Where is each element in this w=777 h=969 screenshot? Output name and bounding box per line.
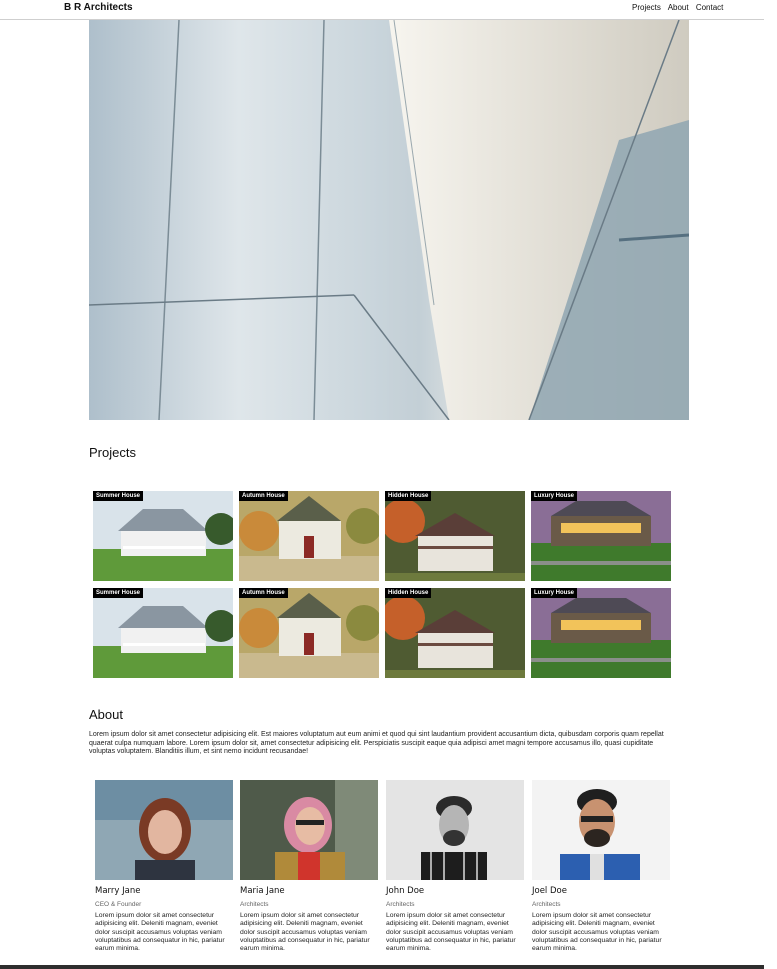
member-name: Marry Jane bbox=[95, 886, 141, 896]
nav-link-about[interactable]: About bbox=[668, 3, 689, 12]
member-name: John Doe bbox=[386, 886, 425, 896]
member-name: Maria Jane bbox=[240, 886, 285, 896]
member-description: Lorem ipsum dolor sit amet consectetur a… bbox=[386, 912, 516, 953]
project-card-luxury-house[interactable]: Luxury House bbox=[531, 491, 671, 581]
project-label: Autumn House bbox=[239, 588, 288, 598]
horizontal-scrollbar[interactable] bbox=[0, 965, 764, 969]
project-card-autumn-house[interactable]: Autumn House bbox=[239, 588, 379, 678]
member-photo bbox=[95, 780, 233, 880]
project-card-summer-house[interactable]: Summer House bbox=[93, 588, 233, 678]
member-role: Architects bbox=[532, 901, 561, 908]
member-role: CEO & Founder bbox=[95, 901, 142, 908]
team-member-card: Marry Jane CEO & Founder Lorem ipsum dol… bbox=[95, 780, 233, 953]
project-card-luxury-house[interactable]: Luxury House bbox=[531, 588, 671, 678]
nav-link-projects[interactable]: Projects bbox=[632, 3, 661, 12]
member-description: Lorem ipsum dolor sit amet consectetur a… bbox=[532, 912, 662, 953]
nav-link-contact[interactable]: Contact bbox=[696, 3, 724, 12]
member-photo bbox=[240, 780, 378, 880]
about-title: About bbox=[89, 707, 123, 722]
team-member-card: John Doe Architects Lorem ipsum dolor si… bbox=[386, 780, 524, 953]
project-card-hidden-house[interactable]: Hidden House bbox=[385, 588, 525, 678]
project-card-autumn-house[interactable]: Autumn House bbox=[239, 491, 379, 581]
projects-title: Projects bbox=[89, 445, 136, 460]
member-role: Architects bbox=[240, 901, 269, 908]
project-card-hidden-house[interactable]: Hidden House bbox=[385, 491, 525, 581]
project-label: Hidden House bbox=[385, 588, 432, 598]
about-text: Lorem ipsum dolor sit amet consectetur a… bbox=[89, 731, 664, 755]
project-label: Hidden House bbox=[385, 491, 432, 501]
project-label: Autumn House bbox=[239, 491, 288, 501]
hero-image bbox=[89, 20, 689, 420]
member-name: Joel Doe bbox=[532, 886, 567, 896]
team-member-card: Joel Doe Architects Lorem ipsum dolor si… bbox=[532, 780, 670, 953]
project-card-summer-house[interactable]: Summer House bbox=[93, 491, 233, 581]
project-label: Luxury House bbox=[531, 491, 578, 501]
member-description: Lorem ipsum dolor sit amet consectetur a… bbox=[95, 912, 225, 953]
project-label: Summer House bbox=[93, 588, 144, 598]
brand-logo[interactable]: B R Architects bbox=[64, 2, 133, 13]
member-photo bbox=[532, 780, 670, 880]
nav-links: Projects About Contact bbox=[632, 3, 728, 12]
team-member-card: Maria Jane Architects Lorem ipsum dolor … bbox=[240, 780, 378, 953]
member-role: Architects bbox=[386, 901, 415, 908]
member-description: Lorem ipsum dolor sit amet consectetur a… bbox=[240, 912, 370, 953]
top-navbar: B R Architects Projects About Contact bbox=[0, 0, 764, 20]
member-photo bbox=[386, 780, 524, 880]
project-label: Luxury House bbox=[531, 588, 578, 598]
project-label: Summer House bbox=[93, 491, 144, 501]
